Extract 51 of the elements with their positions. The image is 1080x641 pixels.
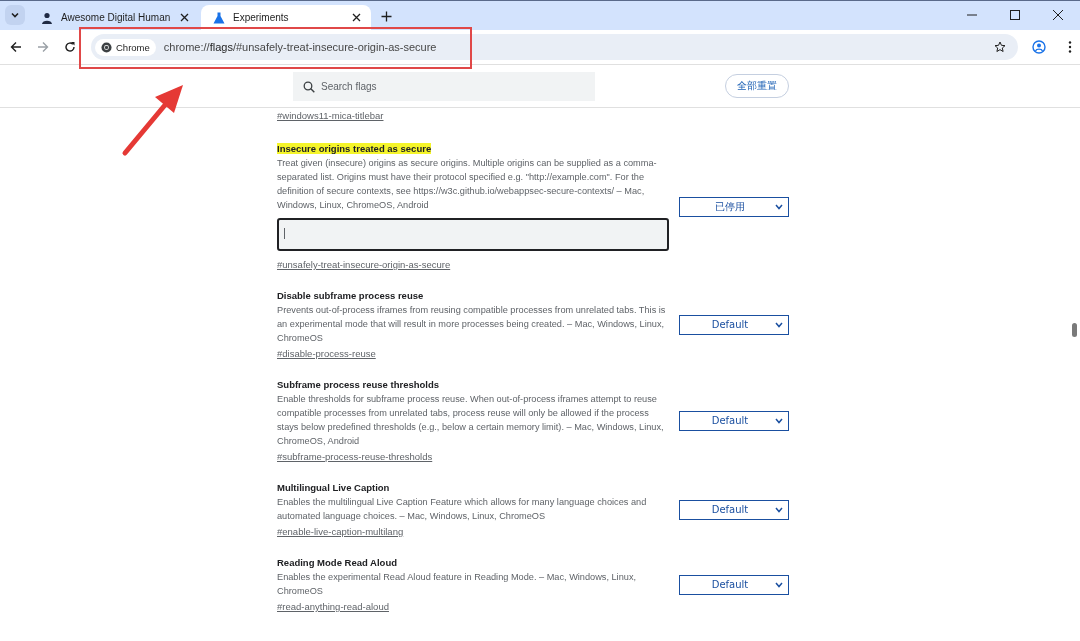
browser-tab[interactable]: Awesome Digital Human (29, 5, 199, 30)
flag-title: Insecure origins treated as secure (277, 143, 432, 154)
chrome-logo-icon (101, 41, 112, 53)
flag-link[interactable]: #subframe-process-reuse-thresholds (277, 451, 433, 462)
maximize-icon[interactable] (1010, 10, 1020, 20)
site-chip[interactable]: Chrome (95, 38, 156, 56)
new-tab-icon[interactable] (381, 11, 392, 22)
flag-description: Enables the experimental Read Aloud feature in Reading Mode. – Mac, Windows, Linux, ChromeOS (277, 571, 638, 598)
menu-icon[interactable] (1068, 41, 1072, 53)
close-icon[interactable] (352, 13, 361, 22)
chevron-down-icon (775, 417, 783, 424)
flask-icon (213, 11, 225, 24)
bookmark-star-icon[interactable] (994, 41, 1006, 53)
flag-state-dropdown[interactable]: Default (679, 499, 789, 520)
reset-all-button[interactable]: 全部重置 (725, 74, 789, 98)
caret-icon (10, 10, 20, 20)
address-bar[interactable]: Chrome chrome://flags/#unsafely-treat-insecure-origin-as-secure (91, 34, 1018, 60)
flag-link[interactable]: #enable-live-caption-multilang (277, 526, 404, 537)
origins-input-field[interactable] (277, 218, 669, 251)
flag-title: Subframe process reuse thresholds (277, 379, 440, 390)
search-field[interactable]: Search flags (293, 71, 595, 101)
flag-state-dropdown[interactable]: 已停用 (679, 196, 789, 217)
reload-icon[interactable] (64, 41, 76, 53)
flag-title: Reading Mode Read Aloud (277, 557, 397, 568)
flag-state-dropdown[interactable]: Default (679, 410, 789, 431)
flag-link[interactable]: #unsafely-treat-insecure-origin-as-secure (277, 259, 451, 270)
search-icon (303, 80, 315, 93)
back-icon[interactable] (10, 41, 22, 53)
flag-state-dropdown[interactable]: Default (679, 314, 789, 335)
person-icon (41, 11, 53, 24)
flag-link[interactable]: #read-anything-read-aloud (277, 601, 389, 612)
chevron-down-icon (775, 581, 783, 588)
flag-link[interactable]: #windows11-mica-titlebar (277, 110, 384, 121)
flag-title: Multilingual Live Caption (277, 482, 390, 493)
flag-description: Prevents out-of-process iframes from reusing compatible processes from unrelated tabs. This is an experimental mode that will result in more processes being created. – Mac, Windows, Linux, ChromeOS (277, 304, 667, 345)
url-text: chrome://flags/#unsafely-treat-insecure-origin-as-secure (163, 41, 437, 53)
close-icon[interactable] (180, 13, 189, 22)
profile-icon[interactable] (1032, 40, 1046, 54)
browser-tab[interactable]: Experiments (201, 5, 371, 30)
tab-search-button[interactable] (5, 5, 25, 25)
chevron-down-icon (775, 506, 783, 513)
flag-state-dropdown[interactable]: Default (679, 574, 789, 595)
flag-title: Disable subframe process reuse (277, 290, 424, 301)
chevron-down-icon (775, 203, 783, 210)
scrollbar-thumb[interactable] (1072, 323, 1077, 337)
flag-link[interactable]: #disable-process-reuse (277, 348, 376, 359)
close-icon[interactable] (1053, 10, 1063, 20)
flag-description: Enables the multilingual Live Caption Feature which allows for many language choices and automated language choices. – Mac, Windows, Linux, ChromeOS (277, 496, 648, 523)
chevron-down-icon (775, 321, 783, 328)
flag-description: Enable thresholds for subframe process reuse. When out-of-process iframes attempt to reuse compatible processes from unrelated tabs, process reuse will only be allowed if the process stays below predefined thresholds (e.g., below a certain memory limit). – Mac, Windows, Linux, ChromeOS, Android (277, 393, 665, 448)
flag-description: Treat given (insecure) origins as secure origins. Multiple origins can be supplied as a comma-separated list. Origins must have their protocol specified e.g. "http://example.com". For the definition of secure contexts, see https://w3c.github.io/webappsec-secure-contexts/ – Mac, Windows, Linux, ChromeOS, Android (277, 157, 658, 212)
